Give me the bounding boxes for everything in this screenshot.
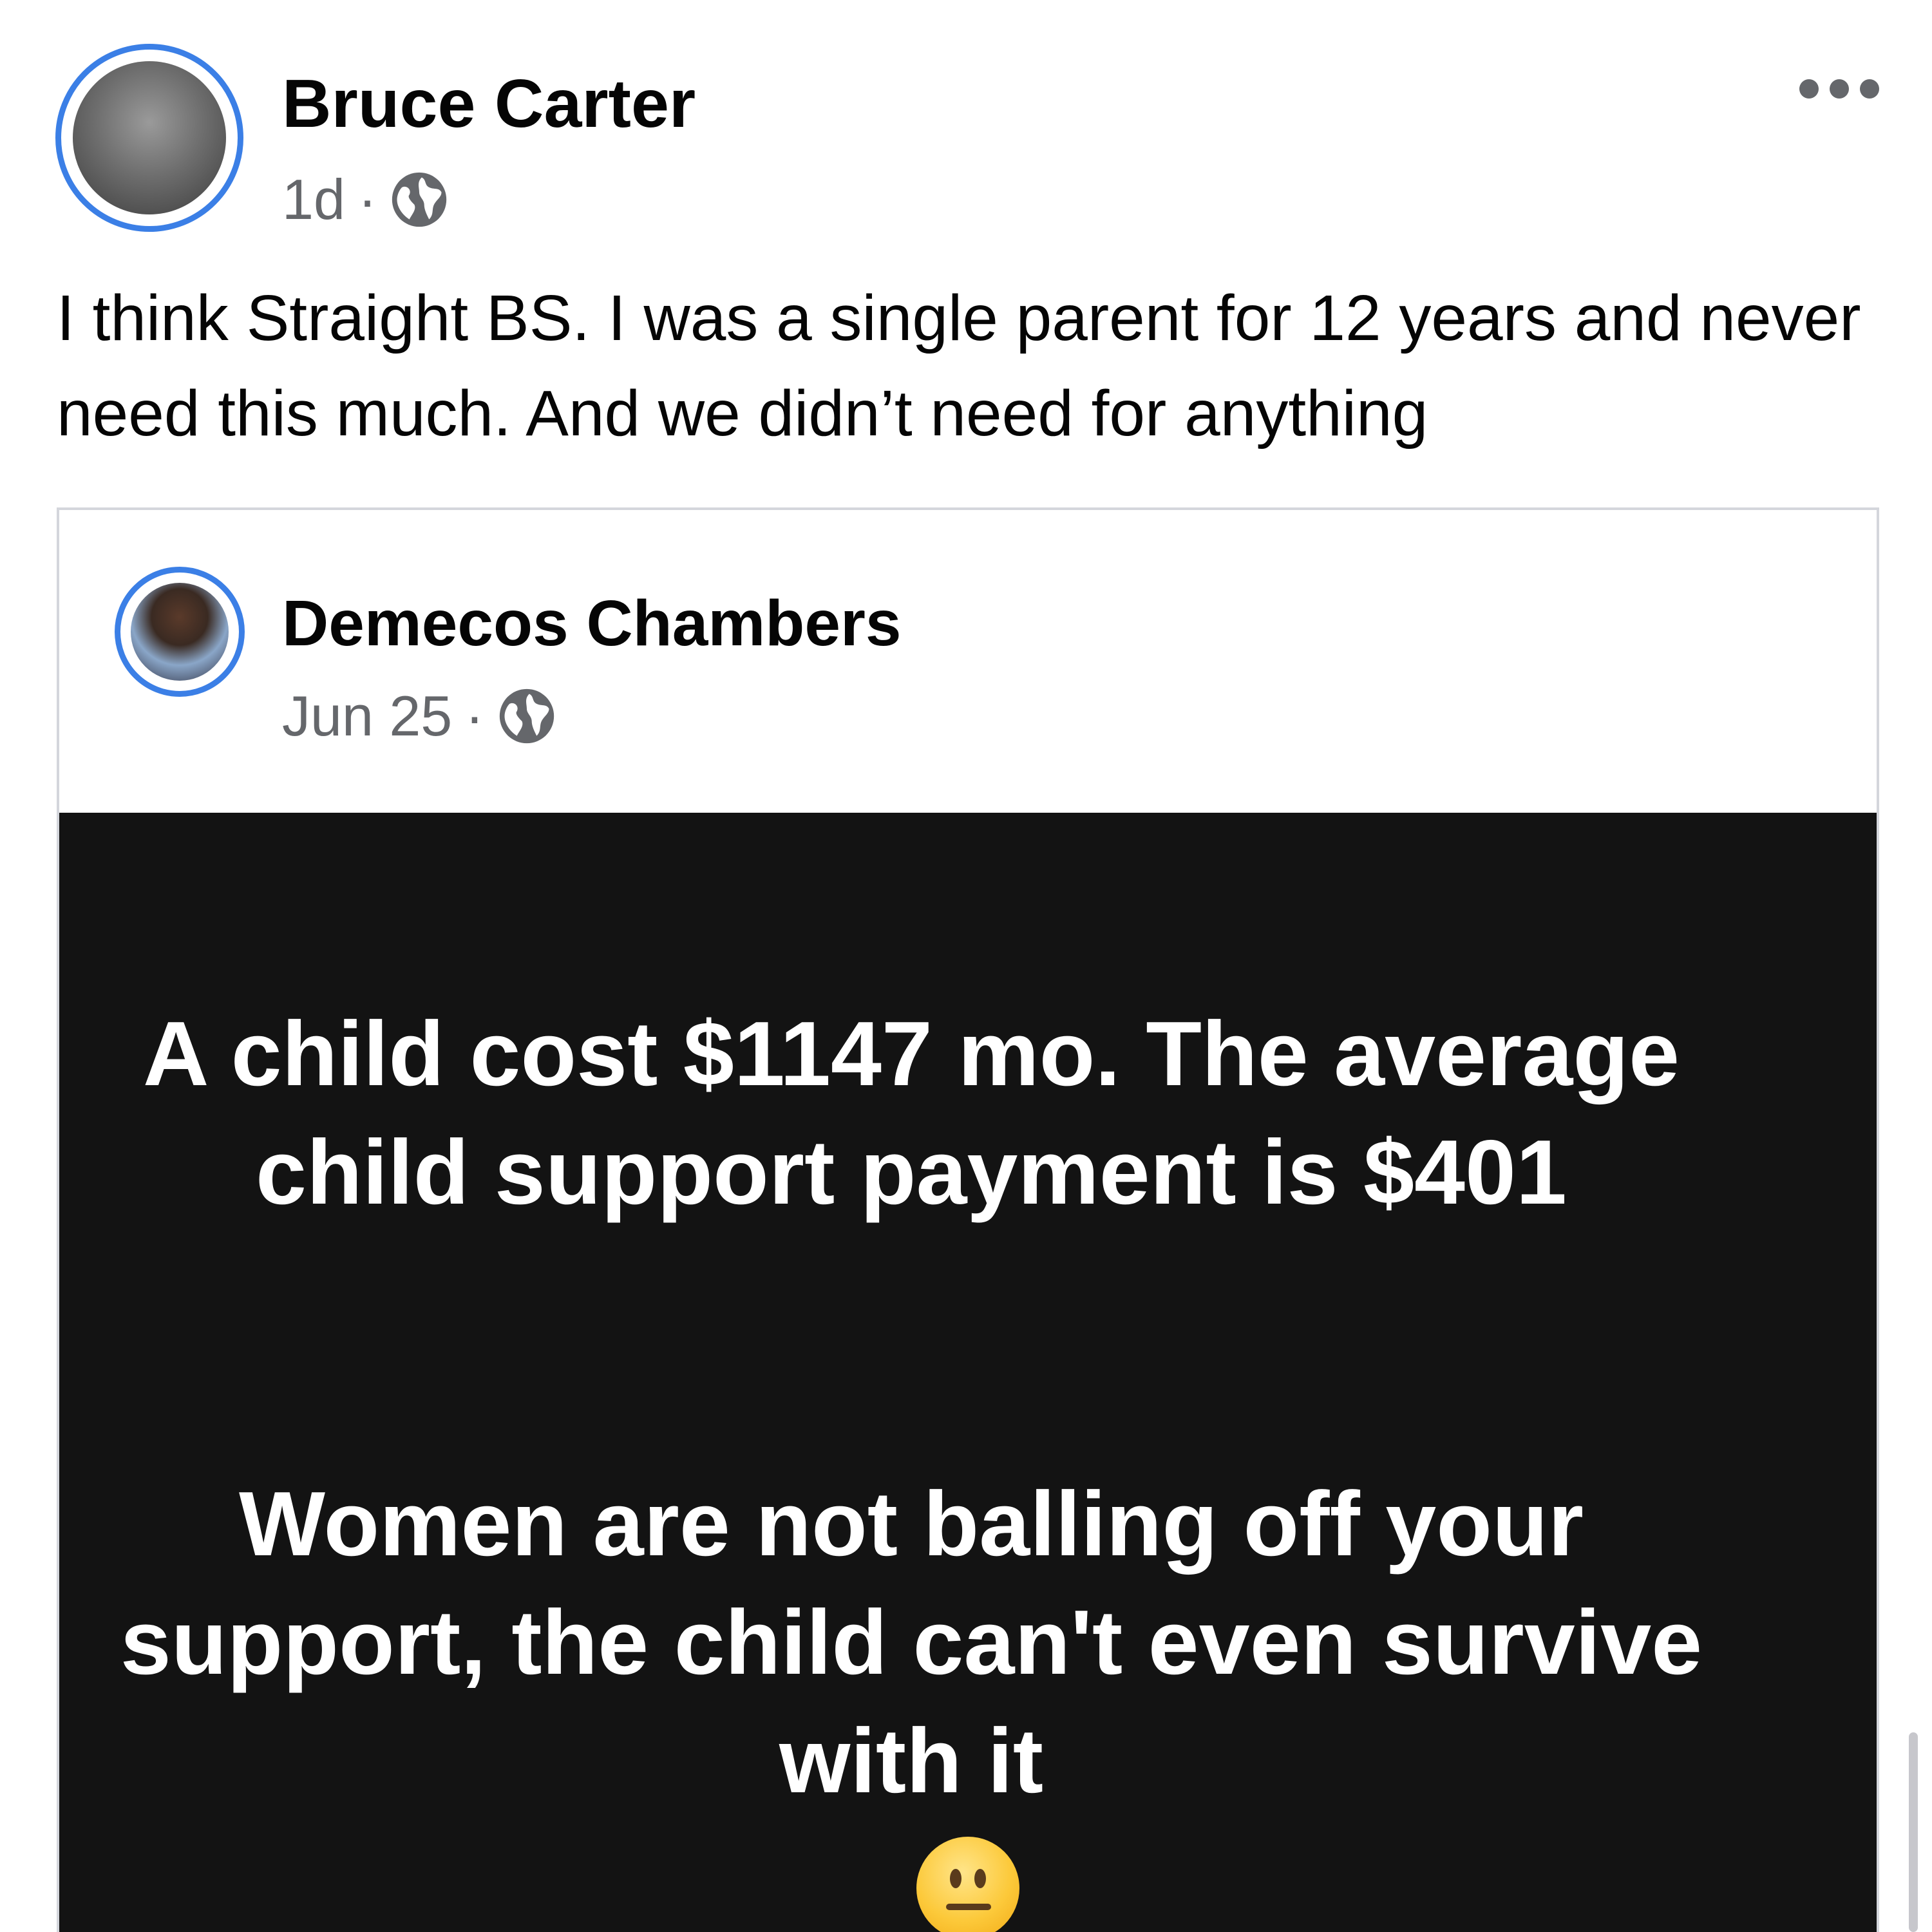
globe-icon[interactable] (497, 687, 556, 746)
shared-post-timestamp[interactable]: Jun 25 (282, 688, 452, 744)
globe-icon[interactable] (390, 170, 449, 229)
feed-post: Bruce Carter 1d · I think Straight BS. I… (0, 0, 1932, 1932)
shared-post-meta: Jun 25 · (282, 685, 556, 747)
status-text-line-2: Women are not balling off your support, … (120, 1473, 1703, 1812)
status-text-line-1: A child cost $1147 mo. The average child… (142, 1003, 1680, 1224)
post-timestamp[interactable]: 1d (282, 171, 345, 228)
more-options-icon[interactable] (1799, 76, 1879, 102)
post-meta: 1d · (282, 169, 449, 231)
shared-author-avatar[interactable] (115, 567, 245, 697)
meta-separator: · (357, 167, 377, 231)
shared-author-name[interactable]: Demecos Chambers (282, 591, 902, 656)
post-text: I think Straight BS. I was a single pare… (57, 282, 1861, 450)
author-avatar[interactable] (55, 44, 243, 232)
scrollbar-thumb[interactable] (1909, 1732, 1918, 1932)
author-name[interactable]: Bruce Carter (282, 70, 696, 138)
neutral-face-emoji (916, 1837, 1019, 1932)
meta-separator: · (465, 684, 484, 748)
shared-author-avatar-photo (131, 583, 229, 681)
author-avatar-photo (73, 61, 226, 214)
